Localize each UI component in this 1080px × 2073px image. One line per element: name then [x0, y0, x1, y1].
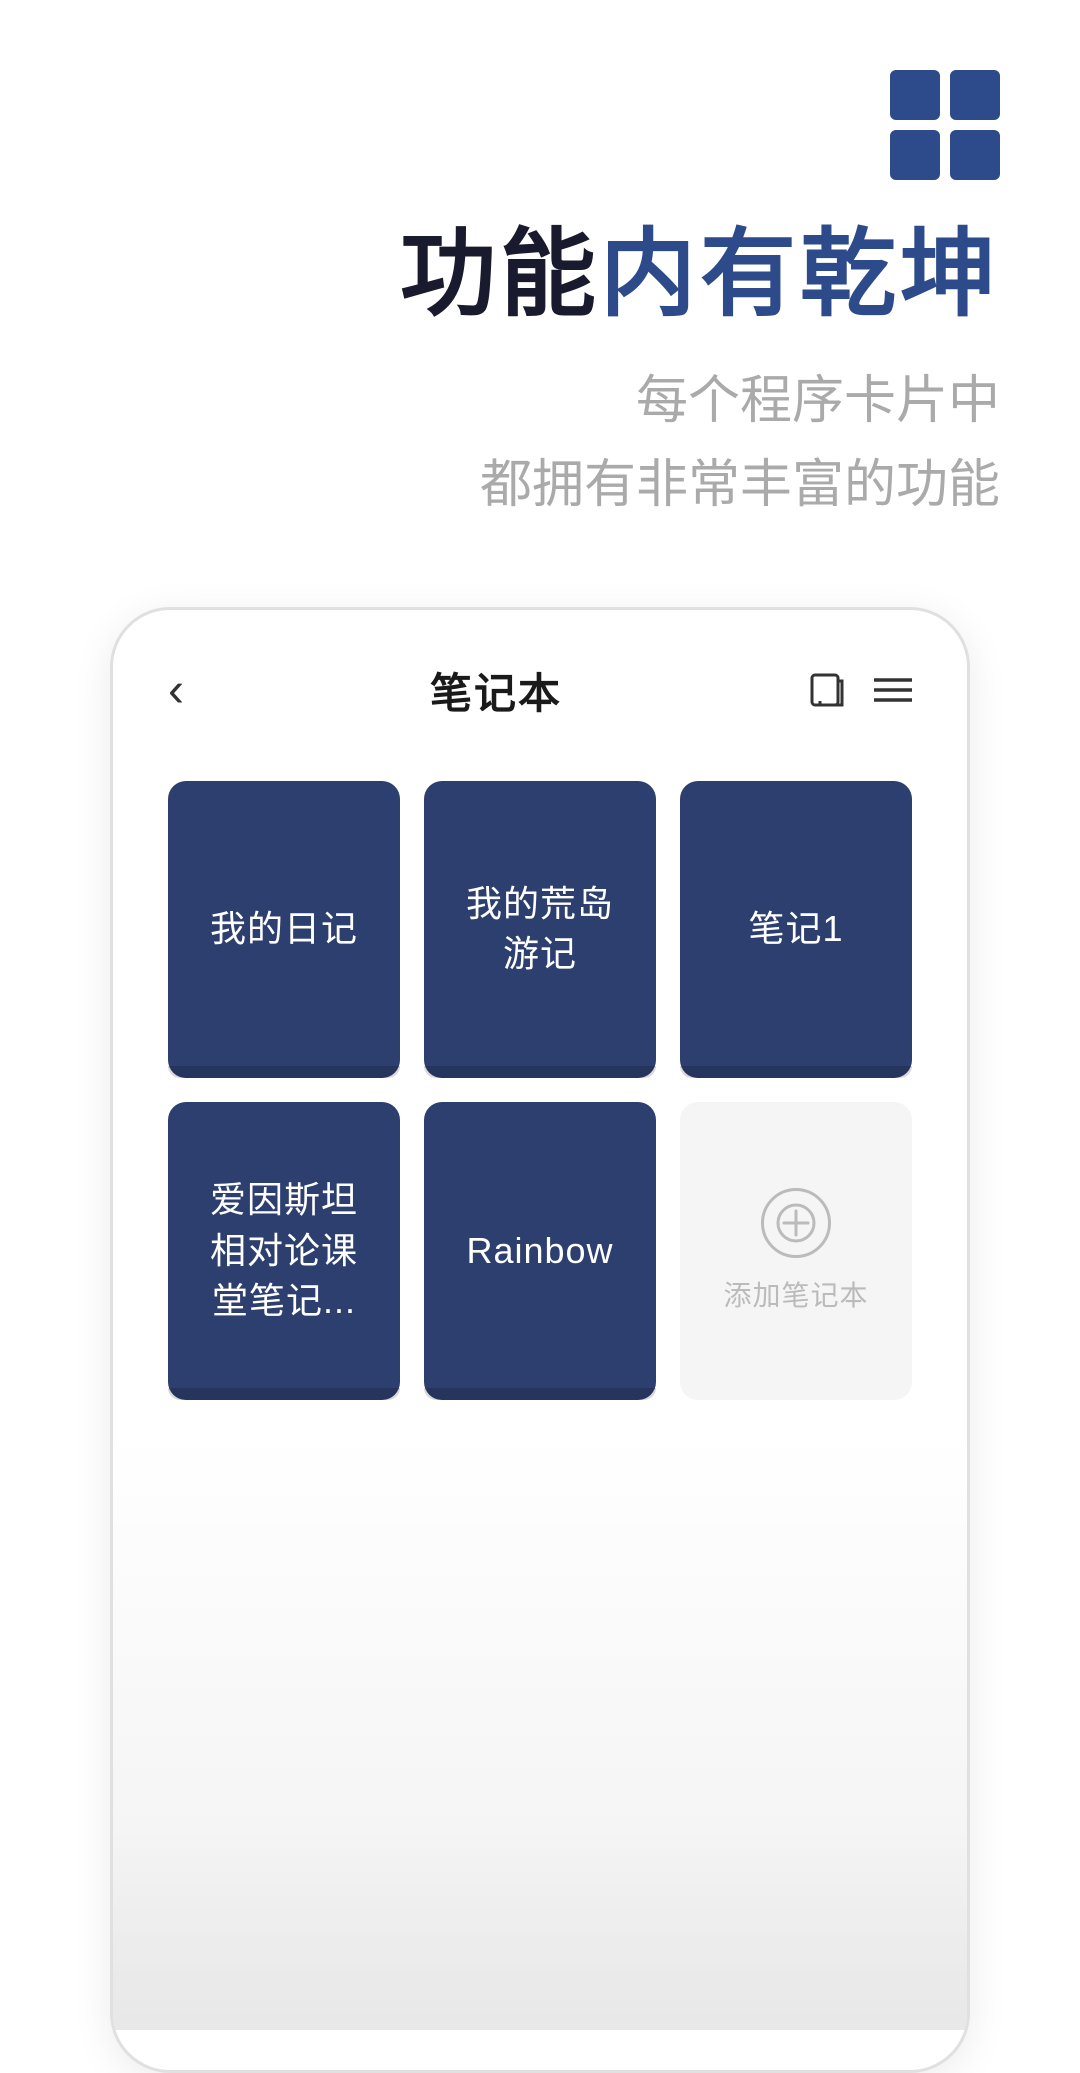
notebook-label-rainbow: Rainbow: [446, 1226, 633, 1276]
subtitle-line2: 都拥有非常丰富的功能: [80, 444, 1000, 527]
phone-mockup-wrapper: ‹ 笔记本: [0, 607, 1080, 2073]
notebook-label-diary: 我的日记: [190, 904, 378, 954]
notebook-label-island: 我的荒岛游记: [446, 879, 634, 980]
notebook-label-note1: 笔记1: [728, 904, 863, 954]
header-icons: [808, 671, 912, 709]
export-icon[interactable]: [808, 671, 846, 709]
subtitle-line1: 每个程序卡片中: [80, 360, 1000, 443]
notebook-card-diary[interactable]: 我的日记: [168, 781, 400, 1078]
grid-cell-1: [890, 70, 940, 120]
title-black: 功能: [400, 221, 600, 328]
back-button[interactable]: ‹: [168, 663, 184, 718]
notebook-grid: 我的日记 我的荒岛游记 笔记1 爱因斯坦相对论课堂笔记... Rainbow: [113, 751, 967, 1430]
notebook-card-rainbow[interactable]: Rainbow: [424, 1102, 656, 1399]
notebook-card-island[interactable]: 我的荒岛游记: [424, 781, 656, 1078]
menu-icon[interactable]: [874, 676, 912, 704]
add-notebook-button[interactable]: 添加笔记本: [680, 1102, 912, 1399]
add-icon: [761, 1188, 831, 1258]
grid-icon: [890, 70, 1000, 180]
grid-cell-3: [890, 130, 940, 180]
grid-cell-2: [950, 70, 1000, 120]
page: 功能内有乾坤 每个程序卡片中 都拥有非常丰富的功能 ‹ 笔记本: [0, 0, 1080, 2073]
title-blue: 内有乾坤: [600, 221, 1000, 328]
top-icon-area: [0, 0, 1080, 180]
notebook-card-einstein[interactable]: 爱因斯坦相对论课堂笔记...: [168, 1102, 400, 1399]
main-title: 功能内有乾坤: [80, 220, 1000, 330]
add-label: 添加笔记本: [723, 1274, 868, 1314]
phone-frame: ‹ 笔记本: [110, 607, 970, 2073]
notebook-card-note1[interactable]: 笔记1: [680, 781, 912, 1078]
grid-cell-4: [950, 130, 1000, 180]
app-title: 笔记本: [430, 660, 562, 721]
notebook-label-einstein: 爱因斯坦相对论课堂笔记...: [190, 1175, 378, 1326]
bottom-fade: [113, 1430, 967, 2030]
subtitle: 每个程序卡片中 都拥有非常丰富的功能: [80, 360, 1000, 526]
app-header: ‹ 笔记本: [113, 610, 967, 751]
title-area: 功能内有乾坤 每个程序卡片中 都拥有非常丰富的功能: [0, 180, 1080, 527]
